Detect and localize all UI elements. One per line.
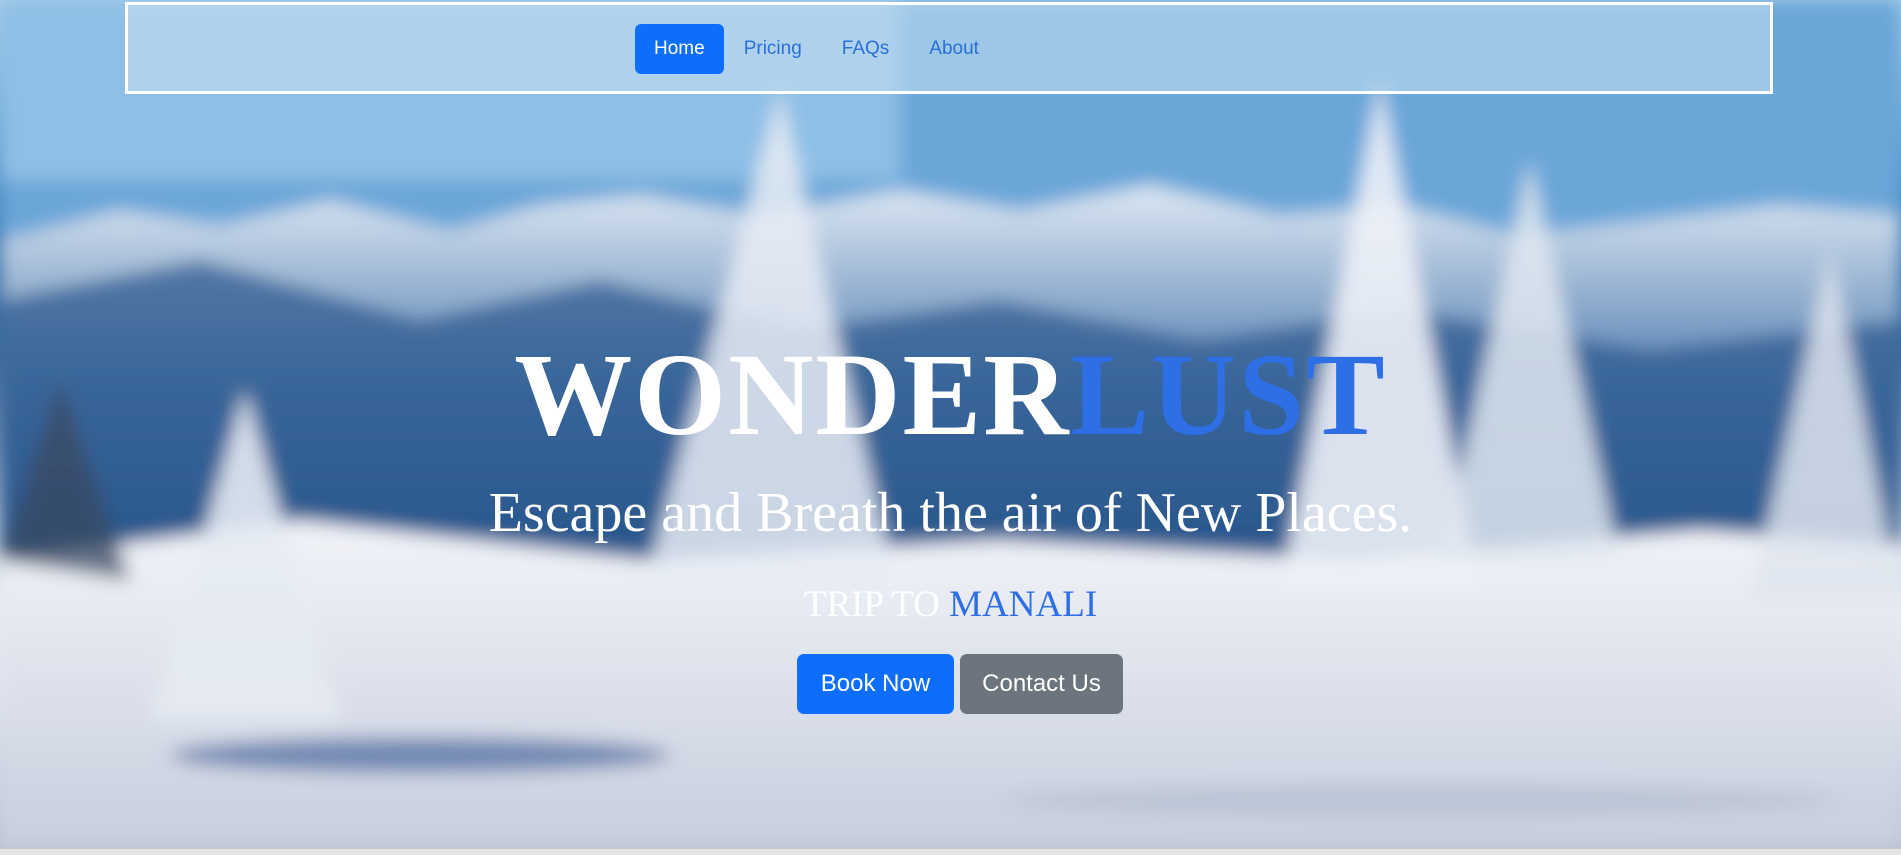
hero-title: WONDERLUST bbox=[0, 330, 1901, 460]
hero-subtitle: Escape and Breath the air of New Places. bbox=[488, 482, 1413, 544]
nav-link-faqs[interactable]: FAQs bbox=[822, 24, 910, 74]
hero-section: Home Pricing FAQs About WONDERLUST Escap… bbox=[0, 0, 1901, 848]
nav-link-about[interactable]: About bbox=[909, 24, 999, 74]
nav-link-home[interactable]: Home bbox=[635, 24, 724, 74]
nav-link-pricing[interactable]: Pricing bbox=[724, 24, 822, 74]
hero-actions: Book Now Contact Us bbox=[797, 654, 1123, 714]
trip-prefix: TRIP TO bbox=[803, 584, 950, 625]
hero-title-main: WONDER bbox=[514, 329, 1071, 460]
hero-title-accent: LUST bbox=[1070, 329, 1387, 460]
contact-us-button[interactable]: Contact Us bbox=[960, 654, 1123, 714]
trip-destination: MANALI bbox=[949, 584, 1098, 625]
nav-links: Home Pricing FAQs About bbox=[635, 24, 999, 74]
trip-heading: TRIP TO MANALI bbox=[0, 583, 1901, 627]
book-now-button[interactable]: Book Now bbox=[797, 654, 954, 714]
